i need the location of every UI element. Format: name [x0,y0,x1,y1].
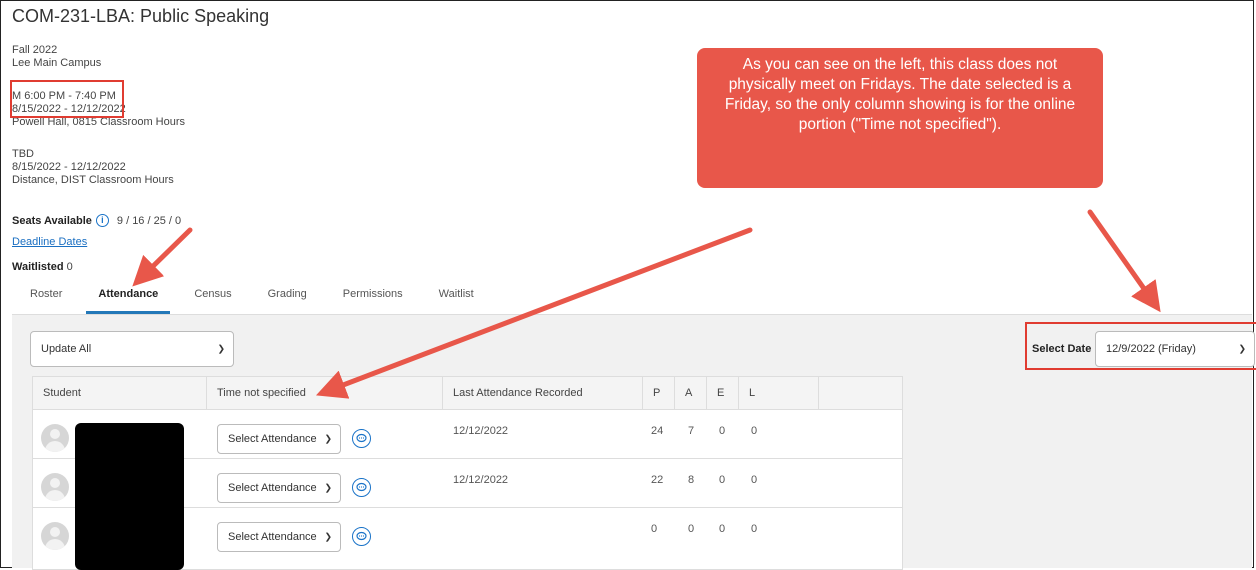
annotation-callout: As you can see on the left, this class d… [697,48,1103,188]
meeting-2-time: TBD [12,148,34,160]
count-l: 0 [751,425,758,437]
count-l: 0 [751,474,758,486]
term: Fall 2022 [12,44,58,56]
chevron-down-icon: ❯ [324,482,332,493]
tab-census[interactable]: Census [176,280,249,314]
count-a: 7 [688,425,695,437]
meeting-2: TBD 8/15/2022 - 12/12/2022 Distance, DIS… [12,148,174,187]
chevron-down-icon: ❯ [324,433,332,444]
header-l: L [739,377,819,409]
header-last-attendance: Last Attendance Recorded [443,377,643,409]
seats-available: Seats Available i 9 / 16 / 25 / 0 [12,214,181,227]
tab-permissions[interactable]: Permissions [325,280,421,314]
course-title: COM-231-LBA: Public Speaking [12,6,270,26]
comment-icon[interactable] [352,527,371,546]
tab-grading[interactable]: Grading [250,280,325,314]
deadline-dates-link[interactable]: Deadline Dates [12,236,87,248]
select-date-value: 12/9/2022 (Friday) [1106,343,1196,355]
header-a: A [675,377,707,409]
attendance-select-label: Select Attendance [228,482,317,494]
update-all-label: Update All [41,343,92,355]
count-a: 0 [688,523,695,535]
select-date-label: Select Date [1032,343,1092,355]
last-recorded: 12/12/2022 [453,474,509,486]
seats-value: 9 / 16 / 25 / 0 [116,214,182,227]
tab-attendance[interactable]: Attendance [80,280,176,314]
avatar-icon [41,424,69,452]
count-e: 0 [719,425,726,437]
header-student: Student [33,377,207,409]
meeting-2-location: Distance, DIST Classroom Hours [12,174,174,186]
campus: Lee Main Campus [12,57,102,69]
table-header: Student Time not specified Last Attendan… [33,377,902,410]
attendance-select-label: Select Attendance [228,531,317,543]
count-e: 0 [719,474,726,486]
select-date-dropdown[interactable]: 12/9/2022 (Friday) ❯ [1095,331,1255,367]
meeting-2-dates: 8/15/2022 - 12/12/2022 [12,161,126,173]
tab-bar: Roster Attendance Census Grading Permiss… [12,280,492,314]
last-recorded: 12/12/2022 [453,425,509,437]
meeting-time-highlight [10,80,124,118]
count-p: 22 [651,474,664,486]
chevron-down-icon: ❯ [217,343,225,354]
term-info: Fall 2022 Lee Main Campus [12,44,101,70]
waitlisted-value: 0 [66,261,73,273]
avatar-icon [41,473,69,501]
count-p: 24 [651,425,664,437]
header-e: E [707,377,739,409]
tab-roster[interactable]: Roster [12,280,80,314]
waitlisted-label: Waitlisted [12,261,64,273]
avatar-icon [41,522,69,550]
header-p: P [643,377,675,409]
comment-icon[interactable] [352,478,371,497]
update-all-select[interactable]: Update All ❯ [30,331,234,367]
chevron-down-icon: ❯ [324,531,332,542]
chevron-down-icon: ❯ [1238,343,1246,354]
info-icon[interactable]: i [95,214,109,227]
tab-waitlist[interactable]: Waitlist [421,280,492,314]
waitlisted: Waitlisted 0 [12,261,73,273]
count-a: 8 [688,474,695,486]
seats-label: Seats Available [12,214,92,227]
attendance-select-label: Select Attendance [228,433,317,445]
attendance-select[interactable]: Select Attendance ❯ [217,424,341,454]
header-time-not-specified: Time not specified [207,377,443,409]
redacted-student-names [75,423,184,570]
comment-icon[interactable] [352,429,371,448]
count-e: 0 [719,523,726,535]
attendance-select[interactable]: Select Attendance ❯ [217,522,341,552]
attendance-select[interactable]: Select Attendance ❯ [217,473,341,503]
count-p: 0 [651,523,658,535]
count-l: 0 [751,523,758,535]
